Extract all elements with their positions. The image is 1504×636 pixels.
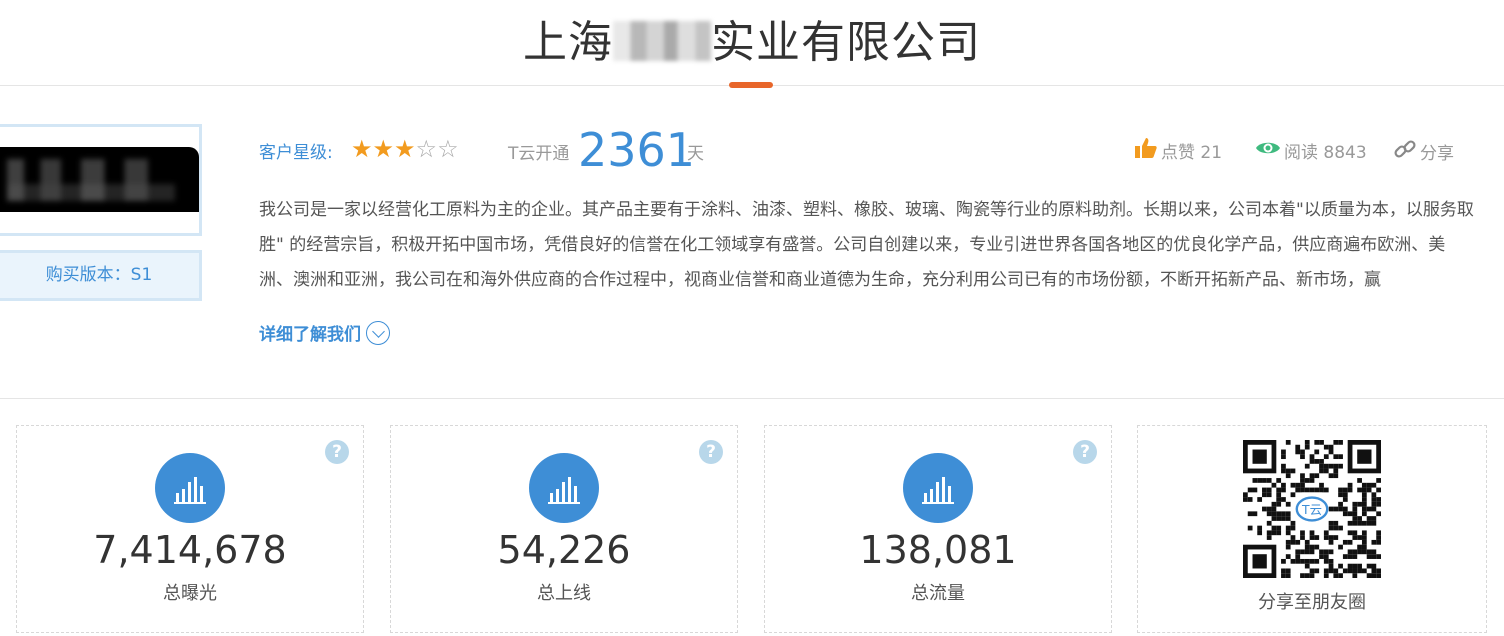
title-accent-bar bbox=[729, 82, 773, 88]
section-divider bbox=[0, 398, 1504, 399]
days-unit: 天 bbox=[687, 144, 704, 164]
help-icon[interactable]: ? bbox=[1073, 440, 1097, 464]
help-icon[interactable]: ? bbox=[699, 440, 723, 464]
share-label: 分享 bbox=[1420, 144, 1454, 164]
stat-label: 总流量 bbox=[911, 583, 965, 604]
thumbs-up-icon bbox=[1135, 138, 1157, 163]
redacted-name bbox=[613, 21, 711, 61]
qr-code[interactable]: T云 bbox=[1243, 440, 1381, 578]
company-name-prefix: 上海 bbox=[523, 17, 613, 68]
version-badge: 购买版本：S1 bbox=[0, 250, 202, 301]
star-filled-icon: ★ bbox=[372, 135, 395, 163]
stat-card-exposure: ? 7,414,678 总曝光 bbox=[16, 425, 364, 633]
read-count: 阅读 8843 bbox=[1284, 143, 1367, 163]
qr-center-logo: T云 bbox=[1301, 503, 1322, 517]
company-title: 上海 实业有限公司 bbox=[0, 6, 1504, 70]
like-count: 点赞 21 bbox=[1161, 143, 1223, 163]
company-name-suffix: 实业有限公司 bbox=[711, 17, 981, 68]
qr-label: 分享至朋友圈 bbox=[1258, 592, 1366, 613]
star-empty-icon: ☆ bbox=[437, 135, 459, 163]
stat-value: 138,081 bbox=[859, 528, 1017, 572]
tyun-label: T云开通 bbox=[508, 144, 570, 164]
learn-more-label: 详细了解我们 bbox=[259, 325, 361, 345]
read-count-item: 阅读 8843 bbox=[1256, 138, 1367, 163]
stat-label: 总上线 bbox=[537, 583, 591, 604]
stat-value: 7,414,678 bbox=[93, 528, 287, 572]
stat-card-traffic: ? 138,081 总流量 bbox=[764, 425, 1112, 633]
learn-more-link[interactable]: 详细了解我们 bbox=[259, 320, 390, 345]
rating-label: 客户星级: bbox=[259, 143, 333, 163]
stat-value: 54,226 bbox=[497, 528, 631, 572]
bar-chart-icon bbox=[155, 453, 225, 523]
eye-icon bbox=[1256, 140, 1280, 161]
star-filled-icon: ★ bbox=[351, 135, 373, 163]
qr-share-card: T云 分享至朋友圈 bbox=[1137, 425, 1487, 633]
days-count: 2361 bbox=[578, 123, 696, 177]
bar-chart-icon bbox=[529, 453, 599, 523]
company-logo bbox=[0, 147, 199, 212]
star-filled-icon: ★ bbox=[394, 135, 416, 163]
stat-card-online: ? 54,226 总上线 bbox=[390, 425, 738, 633]
company-description: 我公司是一家以经营化工原料为主的企业。其产品主要有于涂料、油漆、塑料、橡胶、玻璃… bbox=[259, 200, 1474, 290]
company-logo-frame bbox=[0, 124, 202, 236]
link-icon bbox=[1394, 138, 1416, 165]
star-empty-icon: ☆ bbox=[415, 135, 438, 163]
bar-chart-icon bbox=[903, 453, 973, 523]
share-button[interactable]: 分享 bbox=[1394, 138, 1454, 165]
stat-label: 总曝光 bbox=[163, 583, 217, 604]
chevron-down-icon bbox=[366, 320, 390, 345]
help-icon[interactable]: ? bbox=[325, 440, 349, 464]
star-rating: ★★★☆☆ bbox=[351, 135, 459, 163]
like-button[interactable]: 点赞 21 bbox=[1135, 138, 1222, 163]
